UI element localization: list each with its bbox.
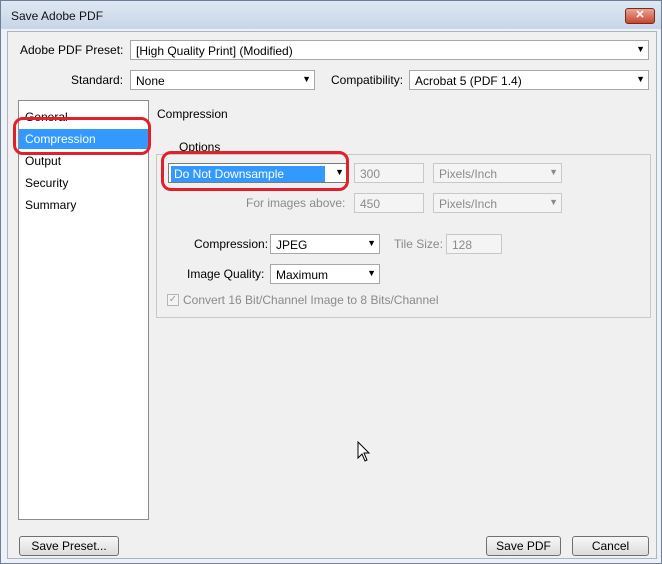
ppi-unit-value: Pixels/Inch xyxy=(439,167,498,181)
title-bar[interactable]: Save Adobe PDF ✕ xyxy=(1,1,661,29)
convert-checkbox[interactable]: ✓ xyxy=(167,294,179,306)
window-title: Save Adobe PDF xyxy=(11,9,104,23)
sidebar-item-label: Output xyxy=(25,154,62,168)
category-list: General Compression Output Security Summ… xyxy=(18,100,149,520)
sidebar-item-label: Security xyxy=(25,176,69,190)
above-input[interactable]: 450 xyxy=(354,193,424,213)
convert-label: Convert 16 Bit/Channel Image to 8 Bits/C… xyxy=(183,293,439,307)
quality-label: Image Quality: xyxy=(187,267,265,281)
above-label: For images above: xyxy=(246,196,346,210)
section-title: Compression xyxy=(157,107,228,121)
cancel-button[interactable]: Cancel xyxy=(572,536,649,556)
tile-size-input[interactable]: 128 xyxy=(446,234,502,254)
preset-label: Adobe PDF Preset: xyxy=(20,43,124,57)
standard-label: Standard: xyxy=(71,73,124,87)
compression-value: JPEG xyxy=(276,238,308,252)
save-adobe-pdf-dialog: Save Adobe PDF ✕ Adobe PDF Preset: [High… xyxy=(0,0,662,564)
above-unit-select[interactable]: Pixels/Inch ▼ xyxy=(433,193,562,213)
chevron-down-icon: ▼ xyxy=(549,197,558,207)
ppi-unit-select[interactable]: Pixels/Inch ▼ xyxy=(433,163,562,183)
tile-size-value: 128 xyxy=(452,238,473,252)
sidebar-item-security[interactable]: Security xyxy=(25,176,68,190)
close-icon: ✕ xyxy=(635,9,645,21)
tile-size-label: Tile Size: xyxy=(394,237,443,251)
standard-value: None xyxy=(136,74,165,88)
save-pdf-button[interactable]: Save PDF xyxy=(486,536,561,556)
chevron-down-icon: ▼ xyxy=(367,268,376,278)
compatibility-label: Compatibility: xyxy=(331,73,404,87)
compression-highlight xyxy=(13,117,151,155)
save-preset-button[interactable]: Save Preset... xyxy=(19,536,119,556)
chevron-down-icon: ▼ xyxy=(636,74,645,84)
compression-select[interactable]: JPEG ▼ xyxy=(270,234,380,254)
dialog-body: Adobe PDF Preset: [High Quality Print] (… xyxy=(7,31,657,559)
preset-value: [High Quality Print] (Modified) xyxy=(136,44,293,58)
quality-value: Maximum xyxy=(276,268,329,282)
compression-label: Compression: xyxy=(194,237,269,251)
above-unit-value: Pixels/Inch xyxy=(439,197,498,211)
compatibility-value: Acrobat 5 (PDF 1.4) xyxy=(415,74,522,88)
check-icon: ✓ xyxy=(168,294,178,305)
chevron-down-icon: ▼ xyxy=(549,167,558,177)
chevron-down-icon: ▼ xyxy=(636,44,645,54)
sidebar-item-output[interactable]: Output xyxy=(25,154,61,168)
chevron-down-icon: ▼ xyxy=(367,238,376,248)
sidebar-item-label: Summary xyxy=(25,198,77,212)
mouse-cursor-icon xyxy=(357,441,371,462)
sidebar-item-summary[interactable]: Summary xyxy=(25,198,76,212)
close-button[interactable]: ✕ xyxy=(625,8,655,24)
preset-select[interactable]: [High Quality Print] (Modified) ▼ xyxy=(130,40,649,60)
ppi-value: 300 xyxy=(360,167,381,181)
ppi-input[interactable]: 300 xyxy=(354,163,424,183)
chevron-down-icon: ▼ xyxy=(302,74,311,84)
quality-select[interactable]: Maximum ▼ xyxy=(270,264,380,284)
above-value: 450 xyxy=(360,197,381,211)
compatibility-select[interactable]: Acrobat 5 (PDF 1.4) ▼ xyxy=(409,70,649,90)
standard-select[interactable]: None ▼ xyxy=(130,70,315,90)
downsample-highlight xyxy=(161,151,349,191)
